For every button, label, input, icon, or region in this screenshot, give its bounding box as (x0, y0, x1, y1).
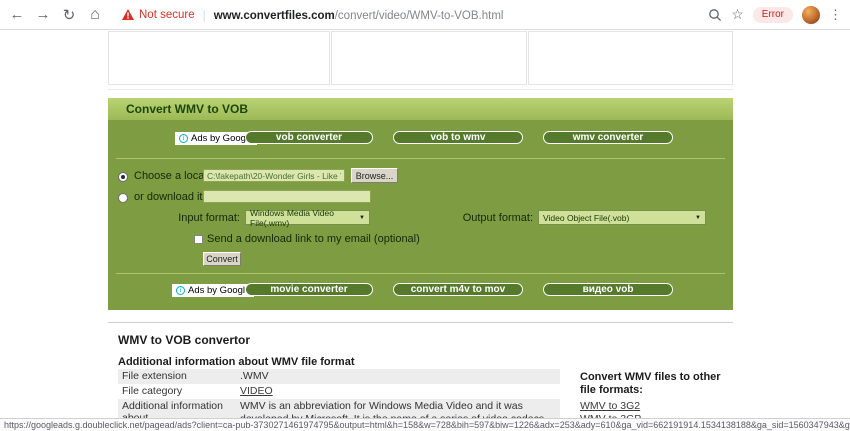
status-url: https://googleads.g.doubleclick.net/page… (4, 420, 850, 430)
file-category-link[interactable]: VIDEO (240, 385, 273, 397)
status-bar: https://googleads.g.doubleclick.net/page… (0, 418, 850, 431)
output-format-select[interactable]: Video Object File(.vob) ▼ (538, 210, 706, 225)
row-label: File category (122, 385, 183, 398)
convert-button[interactable]: Convert (203, 252, 241, 266)
info-section: WMV to VOB convertor Additional informat… (108, 322, 733, 431)
input-format-select[interactable]: Windows Media Video File(.wmv) ▼ (245, 207, 370, 228)
reload-icon[interactable]: ↻ (56, 6, 82, 24)
browser-chrome: ← → ↻ ⌂ Not secure | www.convertfiles.co… (0, 0, 850, 30)
output-format-label: Output format: (462, 212, 533, 224)
page-title: WMV to VOB convertor (118, 333, 251, 347)
ad-slot-divider (108, 89, 733, 90)
email-link-checkbox[interactable] (194, 235, 203, 244)
local-file-radio[interactable] (118, 172, 128, 182)
ad-slot (108, 31, 330, 85)
ads-by-google-label[interactable]: i Ads by Google (172, 284, 255, 297)
ad-info-icon: i (179, 134, 188, 143)
back-icon[interactable]: ← (4, 6, 30, 23)
input-format-label: Input format: (178, 212, 240, 224)
row-label: File extension (122, 370, 187, 382)
ads-label-text: Ads by Google (188, 285, 251, 296)
not-secure-warning-icon (122, 9, 134, 20)
browser-menu-icon[interactable]: ⋮ (829, 7, 842, 23)
bookmark-star-icon[interactable]: ☆ (731, 6, 744, 23)
browser-window: ← → ↻ ⌂ Not secure | www.convertfiles.co… (0, 0, 850, 431)
local-file-input[interactable] (203, 169, 345, 182)
chevron-down-icon: ▼ (695, 214, 701, 221)
ad-link-movie-converter[interactable]: movie converter (245, 283, 373, 296)
separator (116, 158, 725, 159)
ad-slot (331, 31, 527, 85)
url-path: /convert/video/WMV-to-VOB.html (334, 9, 504, 22)
row-value: VIDEO (236, 384, 560, 399)
table-row: File category VIDEO (118, 384, 560, 399)
page-url: www.convertfiles.com/convert/video/WMV-t… (214, 6, 504, 24)
info-subheading: Additional information about WMV file fo… (118, 356, 355, 368)
error-badge[interactable]: Error (752, 6, 793, 23)
ad-link-video-vob[interactable]: видео vob (543, 283, 673, 296)
ads-label-text: Ads by Google (191, 133, 254, 144)
url-host: www.convertfiles.com (213, 9, 335, 22)
download-url-radio[interactable] (118, 193, 128, 203)
profile-avatar[interactable] (802, 5, 820, 24)
table-row: File extension .WMV (118, 369, 560, 385)
ad-slot (528, 31, 733, 85)
output-format-value: Video Object File(.vob) (543, 212, 630, 223)
home-icon[interactable]: ⌂ (82, 6, 108, 24)
input-format-value: Windows Media Video File(.wmv) (250, 207, 334, 228)
separator (116, 273, 725, 274)
link-wmv-to-3g2[interactable]: WMV to 3G2 (580, 400, 732, 412)
browse-button[interactable]: Browse... (351, 168, 398, 183)
not-secure-label[interactable]: Not secure (139, 9, 195, 21)
chrome-actions: ☆ Error ⋮ (708, 5, 850, 24)
panel-title: Convert WMV to VOB (108, 98, 733, 120)
forward-icon[interactable]: → (30, 6, 56, 23)
email-link-label: Send a download link to my email (option… (207, 233, 420, 245)
download-url-input[interactable] (203, 190, 371, 203)
address-bar[interactable]: Not secure | www.convertfiles.com/conver… (122, 0, 708, 29)
row-value: .WMV (240, 370, 269, 382)
ad-link-vob-converter[interactable]: vob converter (245, 131, 373, 144)
ad-link-wmv-converter[interactable]: wmv converter (543, 131, 673, 144)
ad-info-icon: i (176, 286, 185, 295)
top-ad-slots (108, 31, 733, 85)
chevron-down-icon: ▼ (359, 214, 365, 221)
zoom-icon[interactable] (708, 8, 722, 22)
ad-link-vob-to-wmv[interactable]: vob to wmv (393, 131, 523, 144)
sidebar-heading: Convert WMV files to other file formats: (580, 371, 721, 397)
omnibox-divider: | (202, 7, 206, 22)
converter-panel: Convert WMV to VOB i Ads by Google vob c… (108, 98, 733, 310)
ad-link-convert-m4v[interactable]: convert m4v to mov (393, 283, 523, 296)
